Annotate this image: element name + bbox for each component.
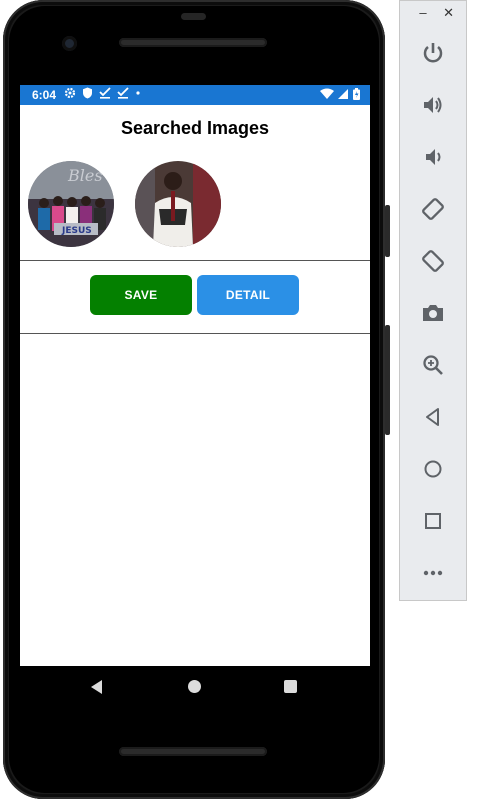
more-icon[interactable]: [419, 559, 447, 587]
status-time: 6:04: [32, 88, 57, 102]
svg-text:JESUS: JESUS: [61, 226, 92, 236]
power-side-button: [385, 205, 390, 257]
signal-icon: [338, 89, 348, 99]
divider-top: [20, 260, 370, 261]
phone-screen: 6:04 Searched Images Bles JESUS SAVE DET…: [20, 85, 370, 666]
image-thumbnail-2[interactable]: [135, 161, 221, 247]
status-notification-icons: [64, 87, 141, 99]
volume-down-icon[interactable]: [419, 143, 447, 171]
nav-home-icon[interactable]: [188, 680, 201, 693]
bottom-speaker: [119, 747, 267, 756]
home-icon[interactable]: [419, 455, 447, 483]
save-button[interactable]: SAVE: [90, 275, 192, 315]
nav-overview-icon[interactable]: [284, 680, 297, 693]
svg-text:Bles: Bles: [67, 166, 103, 185]
divider-bottom: [20, 333, 370, 334]
overview-icon[interactable]: [419, 507, 447, 535]
zoom-icon[interactable]: [419, 351, 447, 379]
download-done-icon-2: [117, 87, 129, 99]
detail-button[interactable]: DETAIL: [197, 275, 299, 315]
camera-icon[interactable]: [419, 299, 447, 327]
shield-icon: [83, 87, 92, 99]
group-photo: Bles JESUS: [28, 161, 114, 247]
dot-icon: [136, 91, 140, 95]
status-bar: 6:04: [20, 85, 370, 105]
power-icon[interactable]: [419, 39, 447, 67]
back-icon[interactable]: [419, 403, 447, 431]
battery-icon: [353, 88, 360, 100]
volume-up-icon[interactable]: [419, 91, 447, 119]
page-title: Searched Images: [120, 118, 270, 138]
minimize-button[interactable]: –: [412, 5, 434, 20]
navigation-bar: [20, 666, 370, 708]
image-thumbnail-1[interactable]: Bles JESUS: [28, 161, 114, 247]
emulator-toolbar: – ✕: [399, 0, 467, 601]
wifi-icon: [320, 88, 334, 99]
top-sensor: [181, 13, 206, 20]
front-camera: [62, 36, 77, 51]
rotate-left-icon[interactable]: [419, 195, 447, 223]
toolbar-window-controls: – ✕: [412, 5, 460, 21]
status-system-icons: [320, 88, 360, 100]
portrait-photo: [135, 161, 221, 247]
nav-back-icon[interactable]: [91, 680, 102, 694]
settings-icon: [64, 87, 76, 99]
download-done-icon: [99, 87, 111, 99]
earpiece-speaker: [119, 38, 267, 47]
volume-side-button: [385, 325, 390, 435]
rotate-right-icon[interactable]: [419, 247, 447, 275]
close-button[interactable]: ✕: [438, 5, 460, 21]
